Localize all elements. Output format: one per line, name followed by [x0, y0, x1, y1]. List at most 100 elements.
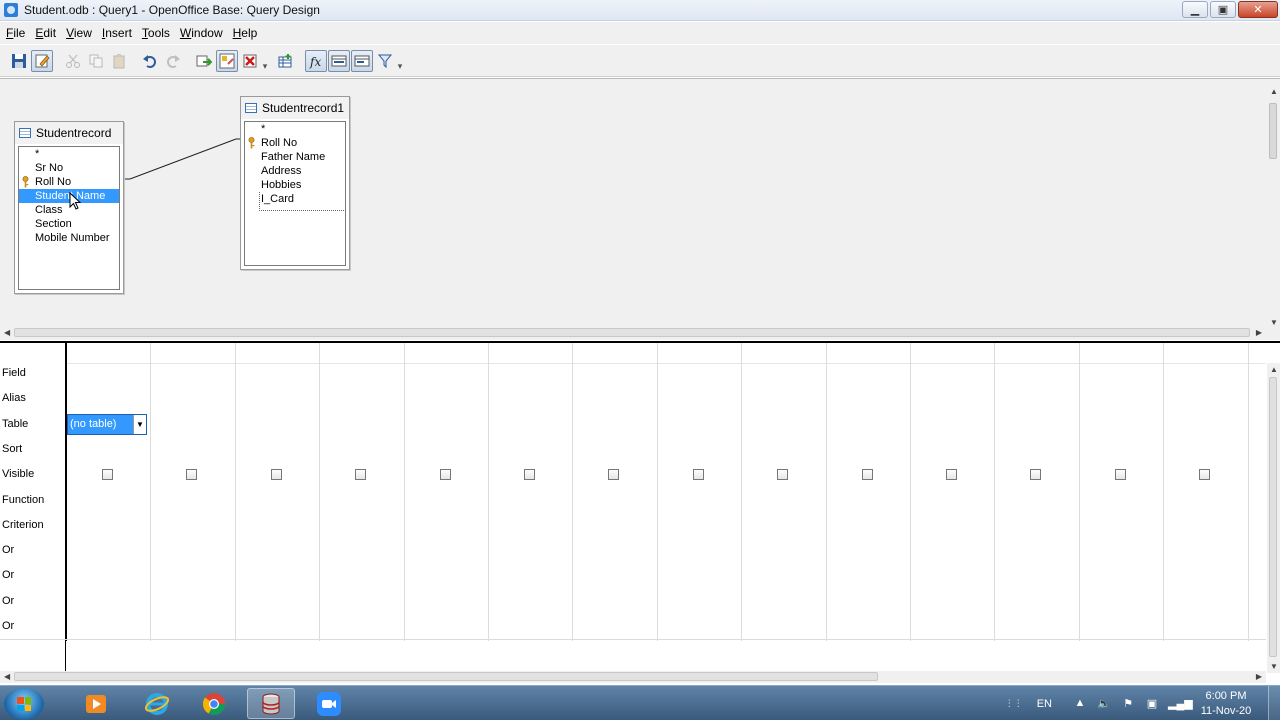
menu-window[interactable]: Window: [176, 26, 227, 40]
menu-view[interactable]: View: [62, 26, 96, 40]
field-item[interactable]: Address: [245, 164, 345, 178]
redo-button[interactable]: [162, 50, 184, 72]
functions-button[interactable]: fx: [305, 49, 327, 72]
scrollbar-thumb[interactable]: [14, 672, 878, 681]
minimize-button[interactable]: ▁: [1182, 1, 1208, 18]
scroll-right-icon[interactable]: ▶: [1256, 328, 1262, 337]
copy-button[interactable]: [85, 50, 107, 72]
table-name-button[interactable]: [328, 49, 350, 72]
taskbar-internet-explorer[interactable]: [133, 688, 181, 719]
save-icon: [12, 53, 26, 68]
visible-checkbox[interactable]: [946, 469, 957, 480]
row-label-alias: Alias: [2, 392, 26, 405]
media-player-icon: [86, 694, 106, 713]
add-table-button[interactable]: [274, 50, 296, 72]
chevron-down-icon[interactable]: ▼: [133, 415, 146, 434]
table-window-header[interactable]: Studentrecord1: [241, 97, 349, 119]
field-item[interactable]: Roll No: [19, 175, 119, 189]
toolbar-overflow-icon[interactable]: ▾: [262, 50, 268, 72]
design-horizontal-scrollbar[interactable]: ◀ ▶: [0, 327, 1266, 339]
edit-mode-button[interactable]: [31, 49, 53, 72]
table-window-header[interactable]: Studentrecord: [15, 122, 123, 144]
taskbar-openoffice[interactable]: [247, 688, 295, 719]
visible-checkbox[interactable]: [692, 469, 704, 480]
svg-text:fx: fx: [309, 55, 321, 69]
save-button[interactable]: [8, 50, 30, 72]
field-item[interactable]: Father Name: [245, 150, 345, 164]
visible-checkbox[interactable]: [608, 469, 620, 480]
menu-help[interactable]: Help: [229, 26, 262, 40]
distinct-values-button[interactable]: [374, 50, 396, 72]
menu-edit[interactable]: Edit: [31, 26, 60, 40]
scroll-down-icon[interactable]: ▼: [1270, 662, 1278, 671]
field-list[interactable]: * Roll No Father Name Address Hobbies I_Card: [244, 121, 346, 266]
volume-icon[interactable]: 🔈: [1096, 697, 1112, 711]
field-item[interactable]: Section: [19, 217, 119, 231]
visible-checkbox[interactable]: [861, 469, 873, 480]
redo-icon: [167, 54, 180, 68]
run-query-button[interactable]: [193, 50, 215, 72]
taskbar-zoom[interactable]: [305, 688, 353, 719]
visible-checkbox[interactable]: [355, 469, 367, 480]
visible-checkbox[interactable]: [777, 469, 789, 480]
scrollbar-thumb[interactable]: [1269, 377, 1277, 657]
design-vertical-scrollbar[interactable]: ▲ ▼: [1267, 85, 1280, 329]
scroll-down-icon[interactable]: ▼: [1270, 318, 1278, 327]
network-signal-icon[interactable]: ▂▄▆: [1168, 697, 1193, 711]
language-indicator[interactable]: EN: [1037, 698, 1052, 710]
field-list[interactable]: * Sr No Roll No Student Name Class Section Mob…: [18, 146, 120, 290]
field-item[interactable]: *: [245, 122, 345, 136]
field-item[interactable]: Roll No: [245, 136, 345, 150]
start-button[interactable]: [4, 688, 44, 720]
show-hidden-icons-icon[interactable]: ▲: [1072, 697, 1088, 711]
maximize-button[interactable]: ▣: [1210, 1, 1236, 18]
taskbar-chrome[interactable]: [190, 688, 238, 719]
menu-tools[interactable]: Tools: [138, 26, 174, 40]
close-button[interactable]: ✕: [1238, 1, 1278, 18]
scroll-left-icon[interactable]: ◀: [4, 672, 10, 681]
field-item[interactable]: *: [19, 147, 119, 161]
clock[interactable]: 6:00 PM 11-Nov-20: [1192, 689, 1260, 719]
visible-checkbox[interactable]: [102, 469, 113, 480]
cut-button[interactable]: [62, 50, 84, 72]
function-fx-icon: fx: [309, 55, 321, 69]
grid-columns[interactable]: [66, 343, 1266, 641]
action-center-flag-icon[interactable]: ⚑: [1120, 697, 1136, 711]
field-item[interactable]: Mobile Number: [19, 231, 119, 245]
visible-checkbox[interactable]: [270, 469, 282, 480]
row-label-criterion: Criterion: [2, 518, 44, 531]
toolbar-overflow-icon-2[interactable]: ▾: [397, 50, 403, 72]
clear-query-button[interactable]: [239, 50, 261, 72]
field-item[interactable]: Hobbies: [245, 178, 345, 192]
visible-checkbox[interactable]: [439, 469, 451, 480]
undo-button[interactable]: [139, 50, 161, 72]
table-design-area[interactable]: Studentrecord * Sr No Roll No Student Name C…: [0, 78, 1280, 340]
power-icon[interactable]: ▣: [1144, 697, 1160, 711]
menu-file[interactable]: File: [2, 26, 29, 40]
design-view-toggle-button[interactable]: [216, 49, 238, 72]
table-select[interactable]: (no table) ▼: [67, 414, 147, 435]
visible-checkbox[interactable]: [1030, 469, 1042, 480]
show-desktop-button[interactable]: [1268, 686, 1280, 720]
menu-insert[interactable]: Insert: [98, 26, 136, 40]
grid-horizontal-scrollbar[interactable]: ◀ ▶: [0, 671, 1266, 683]
table-window-studentrecord1[interactable]: Studentrecord1 * Roll No Father Name Addres…: [240, 96, 350, 270]
scroll-up-icon[interactable]: ▲: [1270, 87, 1278, 96]
scroll-up-icon[interactable]: ▲: [1270, 365, 1278, 374]
scroll-left-icon[interactable]: ◀: [4, 328, 10, 337]
taskbar-media-player[interactable]: [72, 688, 120, 719]
alias-button[interactable]: [351, 49, 373, 72]
field-item[interactable]: I_Card: [245, 192, 345, 206]
visible-checkbox[interactable]: [1199, 469, 1211, 480]
field-item[interactable]: Sr No: [19, 161, 119, 175]
visible-checkbox[interactable]: [1114, 469, 1126, 480]
row-label-field: Field: [2, 367, 26, 379]
scroll-right-icon[interactable]: ▶: [1256, 672, 1262, 681]
paste-button[interactable]: [108, 50, 130, 72]
scrollbar-thumb[interactable]: [14, 328, 1250, 337]
grid-vertical-scrollbar[interactable]: ▲ ▼: [1267, 363, 1280, 673]
visible-checkbox[interactable]: [524, 469, 535, 480]
scrollbar-thumb[interactable]: [1269, 103, 1277, 159]
visible-checkbox[interactable]: [186, 469, 198, 480]
query-design-grid[interactable]: Field Alias Table Sort Visible Function Criter…: [0, 341, 1280, 685]
